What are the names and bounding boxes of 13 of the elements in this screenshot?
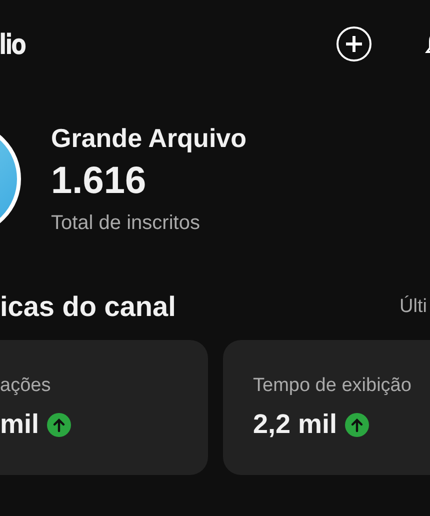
metric-label: Tempo de exibição	[253, 375, 412, 397]
metric-value: 2,2 mil	[253, 409, 338, 440]
metric-label: ações	[0, 375, 52, 397]
channel-name: Grande Arquivo	[51, 122, 247, 154]
period-selector[interactable]: Últi	[400, 296, 427, 318]
subscriber-label: Total de inscritos	[51, 211, 201, 236]
metric-value: mil	[0, 409, 40, 440]
subscriber-count: 1.616	[51, 159, 148, 204]
app-title: lio	[0, 28, 25, 60]
section-title: icas do canal	[0, 291, 176, 323]
metric-card[interactable]: ações mil	[0, 340, 208, 475]
create-icon[interactable]	[336, 26, 372, 62]
metric-card[interactable]: Tempo de exibição 2,2 mil	[223, 340, 430, 475]
